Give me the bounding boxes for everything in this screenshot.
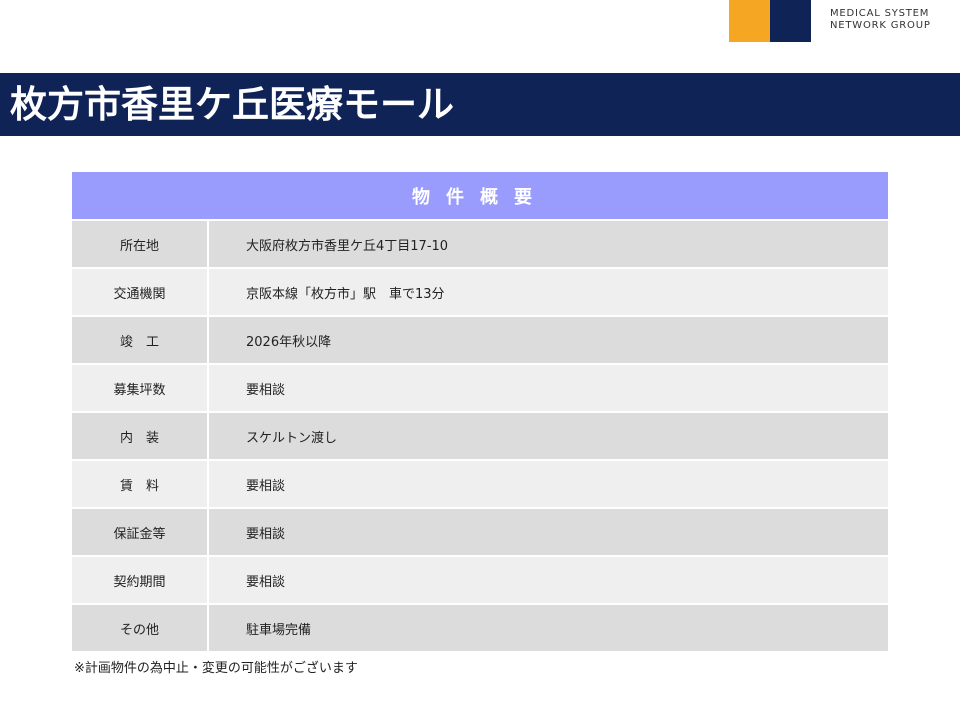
row-value: スケルトン渡し [246, 430, 338, 446]
table-header: 物件概要 [72, 172, 888, 219]
row-label: 交通機関 [113, 286, 166, 302]
row-value: 要相談 [246, 526, 286, 542]
table-row: その他 駐車場完備 [72, 603, 888, 651]
row-label: 所在地 [119, 238, 159, 254]
brand-name-line2: NETWORK GROUP [830, 20, 931, 31]
table-row: 賃 料 要相談 [72, 459, 888, 507]
table-row: 募集坪数 要相談 [72, 363, 888, 411]
table-row: 交通機関 京阪本線「枚方市」駅 車で13分 [72, 267, 888, 315]
logo-navy-square [770, 0, 811, 42]
footnote: ※計画物件の為中止・変更の可能性がございます [74, 661, 358, 676]
row-value: 要相談 [246, 478, 286, 494]
row-label: 竣 工 [119, 334, 159, 350]
table-row: 保証金等 要相談 [72, 507, 888, 555]
row-label: 賃 料 [119, 478, 159, 494]
brand-logo [729, 0, 811, 42]
table-row: 竣 工 2026年秋以降 [72, 315, 888, 363]
brand-name-line1: MEDICAL SYSTEM [830, 8, 930, 19]
row-label: その他 [119, 622, 159, 638]
brand-name: MEDICAL SYSTEM NETWORK GROUP [830, 8, 955, 32]
title-bar: 枚方市香里ケ丘医療モール [0, 73, 960, 136]
table-row: 契約期間 要相談 [72, 555, 888, 603]
row-value: 要相談 [246, 382, 286, 398]
row-value: 駐車場完備 [246, 622, 312, 638]
property-overview-table: 物件概要 所在地 大阪府枚方市香里ケ丘4丁目17-10 交通機関 京阪本線「枚方… [72, 172, 888, 651]
row-value: 2026年秋以降 [246, 334, 332, 350]
row-value: 大阪府枚方市香里ケ丘4丁目17-10 [246, 238, 449, 254]
row-value: 京阪本線「枚方市」駅 車で13分 [246, 286, 445, 302]
page-title: 枚方市香里ケ丘医療モール [10, 83, 454, 126]
row-value: 要相談 [246, 574, 286, 590]
logo-orange-square [729, 0, 770, 42]
row-label: 募集坪数 [113, 382, 166, 398]
row-label: 内 装 [119, 430, 159, 446]
table-row: 所在地 大阪府枚方市香里ケ丘4丁目17-10 [72, 219, 888, 267]
row-label: 保証金等 [113, 526, 166, 542]
table-row: 内 装 スケルトン渡し [72, 411, 888, 459]
row-label: 契約期間 [113, 574, 166, 590]
